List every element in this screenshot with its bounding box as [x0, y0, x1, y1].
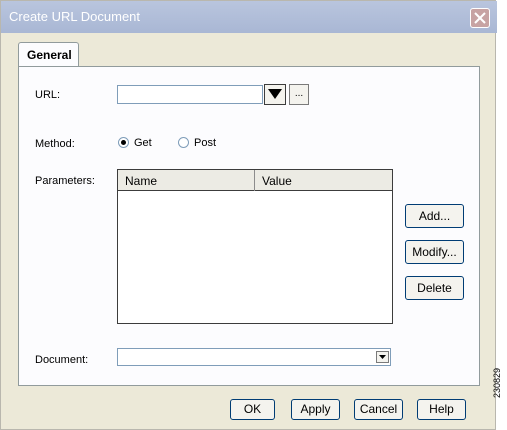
cancel-button[interactable]: Cancel — [354, 399, 403, 420]
url-browse-button[interactable]: ... — [289, 84, 309, 105]
column-header-value[interactable]: Value — [262, 174, 292, 188]
help-button[interactable]: Help — [417, 399, 466, 420]
url-dropdown-button[interactable] — [264, 84, 286, 105]
close-icon — [474, 12, 486, 24]
close-button[interactable] — [470, 8, 490, 28]
apply-button[interactable]: Apply — [291, 399, 340, 420]
document-combobox[interactable] — [117, 348, 391, 366]
modify-parameter-button[interactable]: Modify... — [405, 240, 464, 264]
parameters-table[interactable]: Name Value — [117, 169, 393, 324]
method-post-label[interactable]: Post — [194, 137, 216, 149]
url-label: URL: — [35, 89, 61, 101]
add-parameter-button[interactable]: Add... — [405, 204, 464, 228]
ok-button[interactable]: OK — [230, 399, 275, 420]
radio-selected-dot — [121, 140, 126, 145]
window-title: Create URL Document — [9, 9, 141, 24]
delete-parameter-button[interactable]: Delete — [405, 276, 464, 300]
document-dropdown-button[interactable] — [376, 351, 389, 363]
column-header-name[interactable]: Name — [125, 174, 157, 188]
method-get-label[interactable]: Get — [134, 137, 152, 149]
dialog-window: Create URL Document General URL: ... Met… — [0, 0, 497, 430]
parameters-label: Parameters: — [35, 175, 95, 187]
table-header: Name Value — [118, 170, 392, 191]
tab-general-label: General — [27, 48, 72, 62]
document-label: Document: — [35, 354, 89, 366]
chevron-down-icon — [379, 355, 386, 359]
title-bar[interactable]: Create URL Document — [1, 1, 497, 33]
url-input[interactable] — [117, 85, 263, 104]
method-label: Method: — [35, 138, 75, 150]
tab-general[interactable]: General — [18, 42, 79, 67]
figure-id: 230829 — [492, 367, 502, 398]
method-post-radio[interactable] — [178, 137, 189, 148]
method-get-radio[interactable] — [118, 137, 129, 148]
chevron-down-icon — [268, 89, 282, 99]
column-divider[interactable] — [254, 170, 255, 191]
